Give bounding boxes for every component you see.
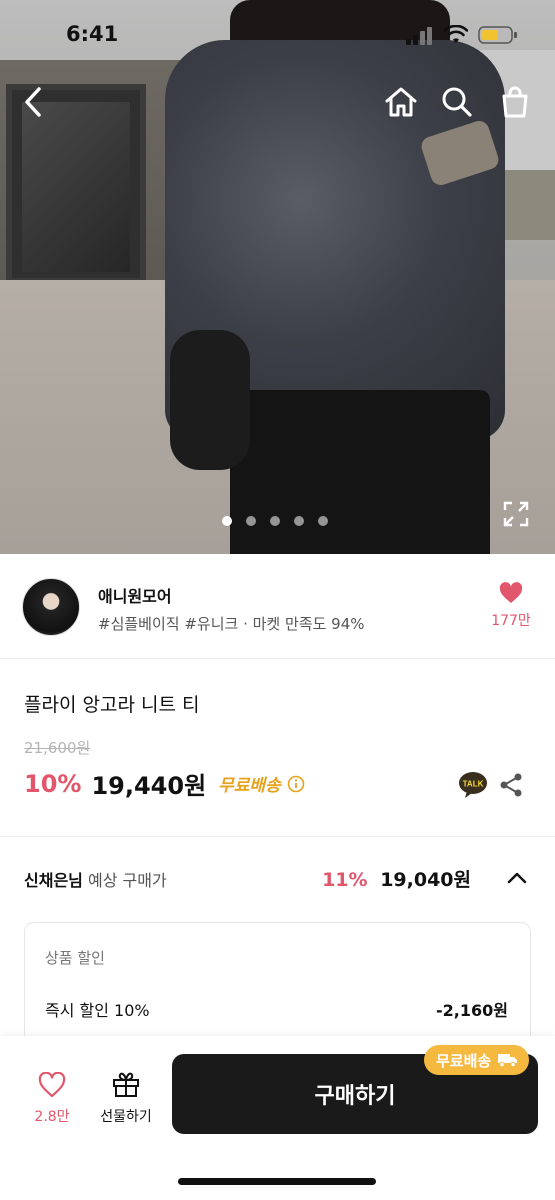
seller-avatar[interactable] xyxy=(22,578,80,636)
expected-discount-rate: 11% xyxy=(322,869,368,891)
seller-info[interactable]: 애니원모어 #심플베이직 #유니크 · 마켓 만족도 94% 177만 xyxy=(0,554,555,658)
carousel-dot[interactable] xyxy=(294,516,304,526)
truck-icon xyxy=(498,1054,518,1068)
seller-name[interactable]: 애니원모어 xyxy=(98,583,172,607)
price-row: 10% 19,440원 무료배송 xyxy=(24,766,305,801)
kakao-talk-share-icon[interactable]: TALK xyxy=(458,771,488,799)
seller-like-button[interactable]: 177만 xyxy=(490,582,532,630)
discount-section-title: 상품 할인 xyxy=(45,949,105,967)
svg-text:TALK: TALK xyxy=(463,780,484,789)
carousel-dot[interactable] xyxy=(318,516,328,526)
battery-icon xyxy=(478,26,517,44)
wishlist-button[interactable]: 2.8만 xyxy=(26,1072,78,1126)
heart-outline-icon xyxy=(38,1072,66,1098)
back-button[interactable] xyxy=(14,82,54,122)
cart-button[interactable] xyxy=(495,82,535,122)
photo-model-skirt xyxy=(230,390,490,554)
bottom-action-bar: 2.8만 선물하기 구매하기 무료배송 xyxy=(0,1036,555,1200)
cellular-signal-icon xyxy=(406,27,432,45)
gift-label: 선물하기 xyxy=(100,1109,152,1125)
carousel-dot[interactable] xyxy=(270,516,280,526)
shopping-bag-icon xyxy=(502,86,528,118)
user-name: 신채은님 xyxy=(24,871,83,890)
discount-item-label: 즉시 할인 10% xyxy=(45,1001,150,1020)
discount-rate: 10% xyxy=(24,769,82,798)
product-image-gallery[interactable]: 6:41 xyxy=(0,0,555,554)
original-price: 21,600원 xyxy=(24,739,91,757)
wifi-icon xyxy=(444,25,468,43)
carousel-indicator xyxy=(222,516,328,526)
search-icon xyxy=(442,87,472,117)
wishlist-count: 2.8만 xyxy=(34,1109,70,1125)
chevron-left-icon xyxy=(25,87,41,117)
discount-item-amount: -2,160원 xyxy=(436,1001,508,1020)
home-icon xyxy=(385,87,417,117)
carousel-dot[interactable] xyxy=(222,516,232,526)
free-shipping-badge: 무료배송 xyxy=(424,1045,530,1075)
info-icon[interactable] xyxy=(287,775,305,793)
final-price: 19,440원 xyxy=(91,772,207,800)
search-button[interactable] xyxy=(437,82,477,122)
product-name: 플라이 앙고라 니트 티 xyxy=(24,694,200,716)
carousel-dot[interactable] xyxy=(246,516,256,526)
gift-button[interactable]: 선물하기 xyxy=(92,1070,160,1126)
home-indicator xyxy=(178,1178,376,1185)
expand-icon[interactable] xyxy=(502,500,530,528)
expected-price-label: 신채은님 예상 구매가 xyxy=(24,867,167,891)
home-button[interactable] xyxy=(381,82,421,122)
photo-model-bag xyxy=(170,330,250,470)
expected-price: 19,040원 xyxy=(380,869,471,891)
gift-icon xyxy=(113,1072,139,1097)
heart-filled-icon xyxy=(499,582,523,603)
expected-price-value[interactable]: 11% 19,040원 xyxy=(322,865,471,892)
seller-tags: #심플베이직 #유니크 · 마켓 만족도 94% xyxy=(98,615,365,633)
status-time: 6:41 xyxy=(66,22,119,46)
chevron-up-icon[interactable] xyxy=(506,868,528,888)
divider xyxy=(0,836,555,837)
free-shipping-badge-label: 무료배송 xyxy=(436,1051,492,1070)
share-icon[interactable] xyxy=(498,772,524,798)
free-shipping-label: 무료배송 xyxy=(218,776,281,796)
seller-like-count: 177만 xyxy=(491,613,531,629)
expected-price-caption: 예상 구매가 xyxy=(87,871,167,890)
divider xyxy=(0,658,555,659)
